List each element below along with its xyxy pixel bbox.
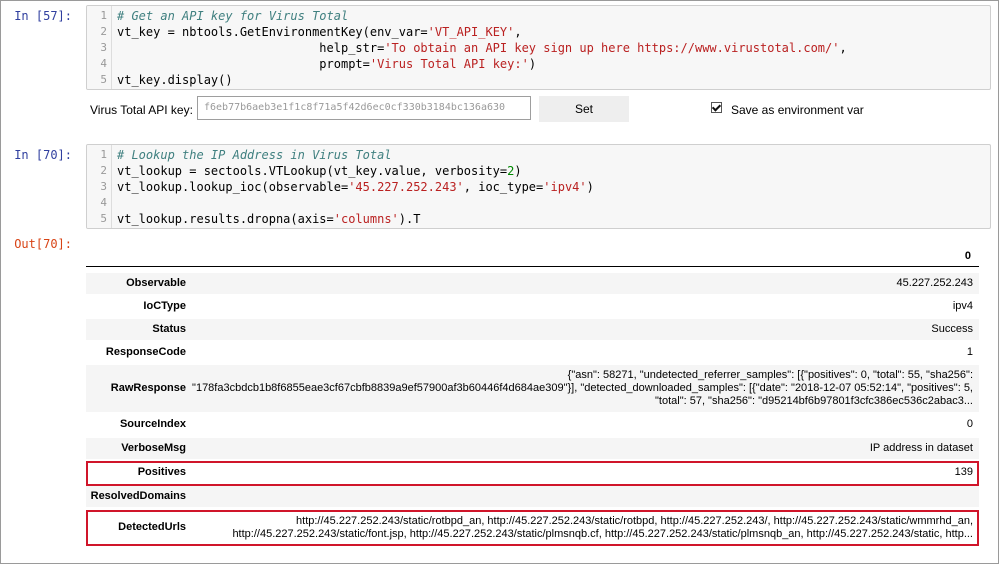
code-line: 4 prompt='Virus Total API key:') [87, 56, 990, 72]
header-rule [86, 266, 979, 267]
code-text: prompt='Virus Total API key:') [117, 56, 536, 72]
code-text: vt_key.display() [117, 72, 233, 88]
table-row-positives: Positives 139 [86, 461, 979, 483]
row-value: 45.227.252.243 [896, 277, 973, 289]
code-line: 3 vt_lookup.lookup_ioc(observable='45.227… [87, 179, 990, 195]
line-number: 5 [100, 212, 107, 225]
table-row-observable: Observable 45.227.252.243 [86, 273, 979, 294]
row-value: Success [931, 323, 973, 335]
code-token: , [839, 41, 847, 55]
code-line: 1 # Get an API key for Virus Total [87, 8, 990, 24]
line-number: 4 [100, 57, 107, 70]
column-header: 0 [964, 250, 971, 262]
row-value-line: http://45.227.252.243/static/rotbpd_an, … [296, 515, 973, 527]
row-key: ResponseCode [105, 346, 186, 358]
code-text: # Get an API key for Virus Total [117, 8, 348, 24]
row-value-line: "178fa3cbdcb1b8f6855eae3cf67cbfb8839a9ef… [192, 382, 973, 394]
code-token: vt_key.display() [117, 73, 233, 87]
line-number: 3 [100, 41, 107, 54]
code-token: # Get an API key for Virus Total [117, 9, 349, 23]
line-number: 3 [100, 180, 107, 193]
table-row-ioctype: IoCType ipv4 [86, 296, 979, 317]
code-token: '45.227.252.243' [348, 180, 464, 194]
code-text: vt_lookup.lookup_ioc(observable='45.227.… [117, 179, 594, 195]
table-row-rawresponse: RawResponse {"asn": 58271, "undetected_r… [86, 365, 979, 412]
row-value: ipv4 [952, 300, 973, 312]
code-line: 1 # Lookup the IP Address in Virus Total [87, 147, 990, 163]
row-key: Status [152, 323, 186, 335]
save-env-checkbox[interactable] [711, 102, 722, 113]
code-line: 5 vt_lookup.results.dropna(axis='columns'… [87, 211, 990, 227]
row-key: Positives [137, 466, 186, 478]
code-cell-1[interactable]: 1 # Get an API key for Virus Total 2 vt_key… [86, 5, 991, 90]
row-key: RawResponse [110, 382, 186, 394]
code-token: 'ipv4' [543, 180, 587, 194]
row-key: Observable [126, 277, 186, 289]
row-key: SourceIndex [119, 418, 186, 430]
output-prompt: Out[70]: [14, 237, 72, 251]
table-row-responsecode: ResponseCode 1 [86, 342, 979, 363]
row-value-line: "total": 57, "sha256": "d95214bf6b97801f… [655, 395, 973, 407]
code-token: ).T [398, 212, 421, 226]
row-value-line: http://45.227.252.243/static/font.jsp, h… [232, 528, 973, 540]
table-row-detectedurls: DetectedUrls http://45.227.252.243/stati… [86, 510, 979, 545]
code-token: 'Virus Total API key:' [369, 57, 529, 71]
code-text: help_str='To obtain an API key sign up h… [117, 40, 847, 56]
table-row-sourceindex: SourceIndex 0 [86, 414, 979, 435]
code-token: ) [528, 57, 537, 71]
code-line: 5 vt_key.display() [87, 72, 990, 88]
row-value: 139 [954, 466, 973, 478]
row-value: IP address in dataset [869, 442, 973, 454]
row-value-line: {"asn": 58271, "undetected_referrer_samp… [567, 369, 973, 381]
row-value: 0 [966, 418, 973, 430]
code-text: # Lookup the IP Address in Virus Total [117, 147, 392, 163]
code-token: vt_lookup = sectools.VTLookup(vt_key.val… [117, 164, 508, 178]
line-number: 2 [100, 164, 107, 177]
code-line: 3 help_str='To obtain an API key sign up… [87, 40, 990, 56]
code-text: vt_lookup.results.dropna(axis='columns')… [117, 211, 420, 227]
code-token: vt_key = nbtools.GetEnvironmentKey(env_v… [117, 25, 428, 39]
line-number: 4 [100, 196, 107, 209]
code-token: , [514, 25, 522, 39]
api-key-widget: Virus Total API key: f6eb77b6aeb3e1f1c8f… [86, 96, 886, 124]
code-token: , ioc_type= [463, 180, 544, 194]
code-token: 'columns' [333, 212, 399, 226]
line-number: 1 [100, 148, 107, 161]
cell-1-prompt: In [57]: [14, 9, 72, 23]
code-token: ) [586, 180, 594, 194]
line-number: 5 [100, 73, 107, 86]
api-key-label: Virus Total API key: [90, 103, 193, 117]
table-row-resolveddomains: ResolvedDomains [86, 486, 979, 507]
api-key-input[interactable]: f6eb77b6aeb3e1f1c8f71a5f42d6ec0cf330b318… [197, 96, 531, 120]
set-button[interactable]: Set [539, 96, 629, 122]
save-env-label: Save as environment var [731, 103, 864, 117]
row-key: DetectedUrls [118, 521, 186, 533]
code-token: prompt= [117, 57, 370, 71]
code-token: 'VT_API_KEY' [427, 25, 515, 39]
row-key: IoCType [143, 300, 186, 312]
line-number: 2 [100, 25, 107, 38]
code-token: vt_lookup.results.dropna(axis= [117, 212, 334, 226]
code-text: vt_lookup = sectools.VTLookup(vt_key.val… [117, 163, 522, 179]
code-line: 2 vt_lookup = sectools.VTLookup(vt_key.va… [87, 163, 990, 179]
row-value: 1 [966, 346, 973, 358]
code-cell-2[interactable]: 1 # Lookup the IP Address in Virus Total 2… [86, 144, 991, 229]
code-token: help_str= [117, 41, 385, 55]
line-number: 1 [100, 9, 107, 22]
code-text: vt_key = nbtools.GetEnvironmentKey(env_v… [117, 24, 522, 40]
cell-2-prompt: In [70]: [14, 148, 72, 162]
row-key: ResolvedDomains [90, 490, 186, 502]
table-row-verbosemsg: VerboseMsg IP address in dataset [86, 438, 979, 459]
code-token: ) [514, 164, 522, 178]
code-token: vt_lookup.lookup_ioc(observable= [117, 180, 349, 194]
code-line: 2 vt_key = nbtools.GetEnvironmentKey(env_… [87, 24, 990, 40]
code-line: 4 [87, 195, 990, 211]
code-token: 'To obtain an API key sign up here https… [384, 41, 840, 55]
code-token: # Lookup the IP Address in Virus Total [117, 148, 392, 162]
row-key: VerboseMsg [121, 442, 186, 454]
table-row-status: Status Success [86, 319, 979, 340]
